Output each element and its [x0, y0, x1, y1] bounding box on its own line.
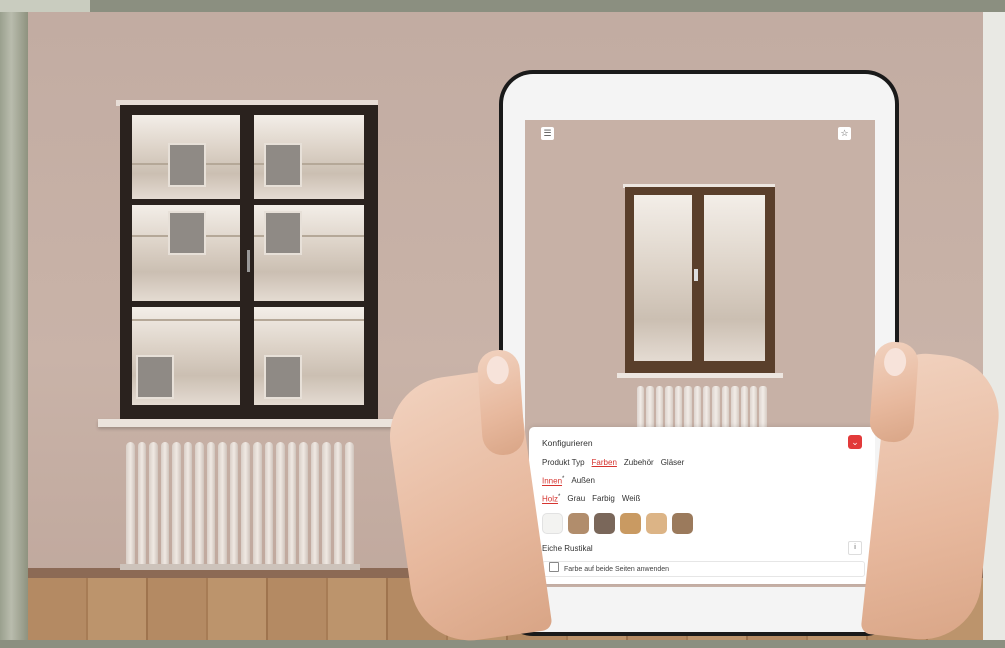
window-handle [247, 250, 250, 272]
group-holz[interactable]: Holz* [542, 494, 560, 504]
group-weiss[interactable]: Weiß [622, 494, 641, 504]
menu-icon[interactable]: ☰ [541, 127, 554, 140]
tab-innen-label: Innen [542, 476, 563, 486]
color-group-tabs: Holz* Grau Farbig Weiß [542, 494, 640, 504]
color-swatch[interactable] [568, 513, 589, 534]
group-grau[interactable]: Grau [567, 494, 585, 504]
configurator-title: Konfigurieren [542, 438, 593, 448]
window-sill [98, 419, 396, 427]
color-swatch[interactable] [646, 513, 667, 534]
window-pane [254, 307, 364, 405]
color-swatches [542, 513, 693, 534]
group-farbig[interactable]: Farbig [592, 494, 615, 504]
preview-window-handle [694, 269, 698, 281]
color-swatch[interactable] [594, 513, 615, 534]
image-edge [983, 12, 1005, 640]
chevron-down-icon[interactable]: ⌄ [848, 435, 862, 449]
tab-zubehoer[interactable]: Zubehör [624, 458, 654, 467]
preview-radiator [637, 386, 767, 430]
tab-glaeser[interactable]: Gläser [661, 458, 685, 467]
color-swatch[interactable] [620, 513, 641, 534]
main-tabs: Produkt Typ Farben Zubehör Gläser [542, 458, 684, 467]
tab-aussen[interactable]: Außen [571, 476, 595, 486]
side-tabs: Innen* Außen [542, 476, 595, 486]
selected-color-name: Eiche Rustikal [542, 544, 593, 553]
thumbnail [883, 347, 908, 377]
color-swatch[interactable] [542, 513, 563, 534]
window-pane [132, 307, 240, 405]
star-icon[interactable]: ☆ [838, 127, 851, 140]
color-swatch[interactable] [672, 513, 693, 534]
configurator-panel: Konfigurieren ⌄ Produkt Typ Farben Zubeh… [529, 427, 875, 584]
radiator-pipe [120, 564, 360, 570]
info-icon[interactable]: i [848, 541, 862, 555]
preview-window-sill [617, 373, 783, 378]
group-holz-marker: * [558, 494, 561, 500]
tab-innen-marker: * [562, 476, 565, 482]
thumbnail [485, 355, 510, 385]
preview-window-pane [634, 195, 692, 361]
tab-innen[interactable]: Innen* [542, 476, 564, 486]
preview-window-pane [704, 195, 765, 361]
stone-wall-top [0, 0, 90, 12]
checkbox-icon [549, 562, 559, 572]
stone-wall-edge [0, 0, 28, 640]
apply-both-sides-label: Farbe auf beide Seiten anwenden [564, 566, 670, 573]
radiator [126, 442, 354, 567]
right-thumb [868, 340, 920, 444]
tablet-screen: ☰ ☆ Konfigurieren ⌄ Produkt Typ Farben Z… [525, 120, 875, 587]
apply-both-sides-checkbox[interactable]: Farbe auf beide Seiten anwenden [542, 561, 865, 577]
tab-farben[interactable]: Farben [592, 458, 617, 467]
group-holz-label: Holz [542, 494, 559, 504]
window-pane [132, 205, 240, 301]
left-thumb [476, 348, 526, 457]
window-pane [254, 205, 364, 301]
preview-window [625, 187, 775, 373]
window-pane [132, 115, 240, 199]
tab-produkt-typ[interactable]: Produkt Typ [542, 458, 585, 467]
window-pane [254, 115, 364, 199]
